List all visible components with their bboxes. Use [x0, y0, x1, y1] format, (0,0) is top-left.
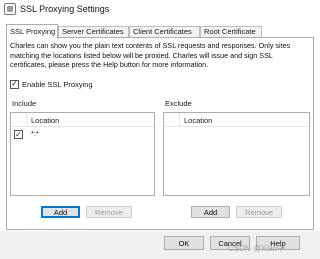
exclude-list-header: Location	[164, 113, 309, 127]
help-button[interactable]: Help	[256, 236, 300, 250]
include-add-button[interactable]: Add	[41, 206, 80, 218]
include-check-column	[11, 113, 27, 127]
include-list-header: Location	[11, 113, 154, 127]
enable-ssl-proxying-row[interactable]: ✓ Enable SSL Proxying	[10, 78, 93, 90]
tab-strip: SSL Proxying Server Certificates Client …	[6, 24, 314, 39]
title-bar: SSL Proxying Settings	[0, 0, 320, 20]
exclude-remove-button[interactable]: Remove	[236, 206, 282, 218]
include-list[interactable]: Location ✓ *:*	[10, 112, 155, 196]
enable-ssl-proxying-label: Enable SSL Proxying	[22, 79, 93, 89]
app-icon	[4, 3, 16, 15]
description-text: Charles can show you the plain text cont…	[10, 41, 291, 69]
exclude-check-column	[164, 113, 180, 127]
exclude-location-column[interactable]: Location	[184, 116, 212, 125]
include-label: Include	[12, 99, 37, 108]
include-location-column[interactable]: Location	[31, 116, 59, 125]
table-row[interactable]: ✓ *:*	[11, 128, 154, 140]
enable-ssl-proxying-checkbox[interactable]: ✓	[10, 79, 19, 89]
include-row-location: *:*	[31, 129, 39, 138]
include-row-checkbox[interactable]: ✓	[14, 130, 23, 139]
exclude-list[interactable]: Location	[163, 112, 310, 196]
tab-ssl-proxying[interactable]: SSL Proxying	[6, 24, 58, 39]
window-title: SSL Proxying Settings	[20, 4, 110, 14]
exclude-label: Exclude	[165, 99, 192, 108]
cancel-button[interactable]: Cancel	[210, 236, 250, 250]
ok-button[interactable]: OK	[164, 236, 204, 250]
include-remove-button[interactable]: Remove	[86, 206, 132, 218]
exclude-add-button[interactable]: Add	[191, 206, 230, 218]
